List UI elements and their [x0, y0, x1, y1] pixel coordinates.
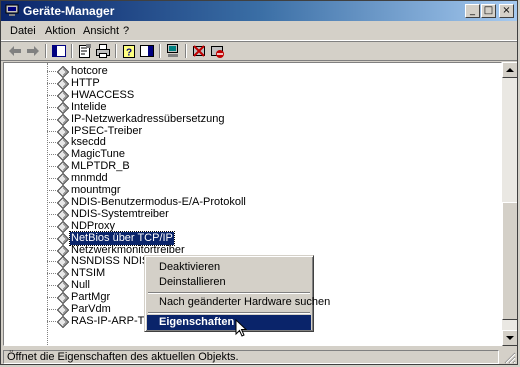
tree-connector — [47, 309, 56, 310]
toolbar-separator — [159, 44, 161, 58]
ctx-separator — [148, 312, 310, 314]
properties-icon[interactable] — [77, 43, 93, 59]
tree-connector — [47, 190, 56, 191]
driver-diamond-icon — [57, 149, 69, 162]
tree-connector — [47, 154, 56, 156]
ctx-scan-hardware[interactable]: Nach geänderter Hardware suchen — [147, 295, 330, 310]
toolbar-separator — [185, 44, 187, 58]
ctx-deaktivieren[interactable]: Deaktivieren — [147, 260, 311, 275]
tree-connector — [47, 225, 56, 227]
driver-diamond-icon — [57, 89, 69, 102]
driver-diamond-icon — [57, 113, 69, 126]
driver-diamond-icon — [57, 268, 69, 281]
tree-connector — [47, 297, 56, 299]
driver-diamond-icon — [57, 220, 69, 233]
tree-connector — [47, 201, 56, 203]
toolbar: ? — [1, 41, 517, 61]
tree-connector — [47, 94, 56, 96]
driver-diamond-icon — [57, 77, 69, 90]
ctx-deinstallieren[interactable]: Deinstallieren — [147, 275, 311, 290]
menu-bar: Datei Aktion Ansicht ? — [1, 22, 517, 41]
resize-grip-icon[interactable] — [502, 350, 516, 364]
tree-connector — [47, 82, 56, 84]
scroll-down-arrow-icon — [506, 336, 514, 340]
window-title: Geräte-Manager — [23, 4, 115, 18]
menu-aktion[interactable]: Aktion — [45, 25, 76, 37]
device-manager-app-icon — [5, 4, 19, 16]
driver-diamond-icon — [57, 66, 69, 78]
close-button[interactable]: × — [499, 4, 514, 18]
device-manager-window: Geräte-Manager _ □ × Datei Aktion Ansich… — [0, 0, 518, 365]
toolbar-separator — [115, 44, 117, 58]
scroll-down-button[interactable] — [502, 330, 517, 346]
toolbar-separator — [71, 44, 73, 58]
toolbar-separator — [45, 44, 47, 58]
tree-connector — [47, 166, 56, 168]
ctx-eigenschaften[interactable]: Eigenschaften — [147, 315, 311, 330]
scroll-up-button[interactable] — [502, 62, 517, 78]
tree-connector — [47, 118, 56, 120]
tree-connector — [47, 71, 56, 72]
driver-diamond-icon — [57, 185, 69, 197]
tree-connector — [47, 273, 56, 275]
driver-diamond-icon — [57, 280, 69, 293]
tree-connector — [47, 320, 56, 322]
console-tree-icon[interactable] — [139, 43, 155, 59]
tree-connector — [47, 285, 56, 287]
title-bar[interactable]: Geräte-Manager _ □ × — [1, 1, 517, 21]
driver-diamond-icon — [57, 232, 69, 245]
driver-diamond-icon — [57, 292, 69, 305]
scroll-thumb[interactable] — [502, 202, 517, 320]
svg-text:?: ? — [126, 48, 132, 59]
driver-diamond-icon — [57, 137, 69, 150]
uninstall-icon[interactable] — [191, 43, 207, 59]
tree-connector — [47, 213, 56, 215]
tree-connector — [47, 130, 56, 132]
menu-datei[interactable]: Datei — [10, 25, 36, 37]
menu-help[interactable]: ? — [123, 25, 129, 37]
driver-diamond-icon — [57, 196, 69, 209]
ctx-separator — [148, 292, 310, 294]
tree-connector — [47, 249, 56, 251]
menu-ansicht[interactable]: Ansicht — [83, 25, 119, 37]
driver-diamond-icon — [57, 161, 69, 174]
maximize-button[interactable]: □ — [481, 4, 496, 18]
status-bar: Öffnet die Eigenschaften des aktuellen O… — [1, 348, 517, 364]
help-icon[interactable]: ? — [121, 43, 137, 59]
driver-diamond-icon — [57, 208, 69, 221]
scroll-up-arrow-icon — [506, 68, 514, 72]
tree-connector — [47, 178, 56, 180]
tree-connector — [47, 237, 56, 239]
tree-connector — [47, 261, 56, 263]
driver-diamond-icon — [57, 244, 69, 257]
context-menu: Deaktivieren Deinstallieren Nach geänder… — [144, 255, 330, 332]
forward-arrow-icon[interactable] — [25, 43, 41, 59]
tree-connector — [47, 142, 56, 144]
driver-diamond-icon — [57, 125, 69, 138]
driver-diamond-icon — [57, 173, 69, 186]
tree-connector-line — [47, 63, 48, 345]
driver-diamond-icon — [57, 256, 69, 269]
minimize-button[interactable]: _ — [465, 4, 480, 18]
driver-diamond-icon — [57, 101, 69, 114]
show-hide-tree-icon[interactable] — [51, 43, 67, 59]
mouse-pointer-icon — [235, 319, 247, 337]
driver-diamond-icon — [57, 315, 69, 328]
tree-connector — [47, 106, 56, 108]
print-icon[interactable] — [95, 43, 111, 59]
vertical-scrollbar[interactable] — [502, 62, 517, 346]
scan-hardware-icon[interactable] — [165, 43, 181, 59]
back-arrow-icon[interactable] — [7, 43, 23, 59]
status-text: Öffnet die Eigenschaften des aktuellen O… — [3, 350, 499, 364]
disable-icon[interactable] — [209, 43, 225, 59]
driver-diamond-icon — [57, 304, 69, 316]
